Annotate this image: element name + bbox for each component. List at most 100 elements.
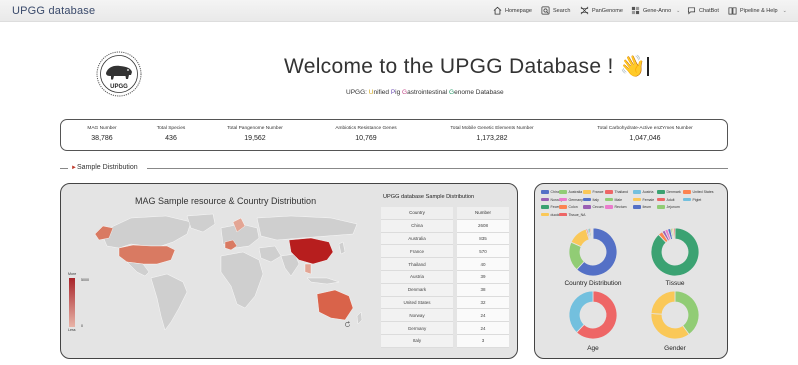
chevron-down-icon: ⌄ <box>676 7 681 14</box>
home-icon <box>493 6 502 15</box>
top-navbar: UPGG database Homepage Search PanGenome … <box>0 0 798 22</box>
sample-distribution-table: Country Number China 2608 Australia 835 Fr… <box>381 207 511 348</box>
nav-label: Homepage <box>505 7 532 14</box>
table-header-row: Country Number <box>381 207 511 220</box>
nav-chatbot[interactable]: ChatBot <box>687 6 719 15</box>
nav-gene-anno[interactable]: Gene-Anno ⌄ <box>631 6 680 15</box>
stat-total-species: Total Species 436 <box>153 126 189 142</box>
nav-label: PanGenome <box>592 7 623 14</box>
legend-less-label: Less <box>68 328 76 332</box>
country-middle-east <box>258 245 282 263</box>
section-title: ►Sample Distribution <box>71 164 138 171</box>
country-cell: Italy <box>381 334 453 348</box>
table-row: Australia 835 <box>381 232 511 246</box>
country-africa <box>220 251 264 309</box>
country-cell: Denmark <box>381 283 453 297</box>
number-cell: 2608 <box>457 219 509 233</box>
stat-label: Total Pangenome Number <box>227 126 283 131</box>
stat-cazymes: Total Carbohydrate-Active enZYmes Number… <box>593 126 697 142</box>
svg-text:UPGG: UPGG <box>110 84 128 90</box>
country-cell: France <box>381 245 453 259</box>
number-cell: 38 <box>457 283 509 297</box>
nav-homepage[interactable]: Homepage <box>493 6 532 15</box>
section-title-text: Sample Distribution <box>76 164 138 171</box>
table-row: Denmark 38 <box>381 283 511 297</box>
subtitle-prefix: UPGG: <box>346 89 369 96</box>
upgg-logo: UPGG <box>96 51 142 97</box>
stat-label: Total Carbohydrate-Active enZYmes Number <box>597 126 693 131</box>
number-cell: 570 <box>457 245 509 259</box>
donut-charts-panel: China Australia France Thailand Austria Denma… <box>534 183 728 359</box>
donut-slice[interactable] <box>673 227 676 240</box>
stat-value: 1,047,046 <box>629 135 661 142</box>
donut-charts <box>568 227 700 340</box>
nav-search[interactable]: Search <box>541 6 570 15</box>
typing-cursor <box>647 57 649 76</box>
country-cell: Norway <box>381 309 453 323</box>
subtitle-word: astrointestinal <box>407 89 450 96</box>
brand-title[interactable]: UPGG database <box>12 5 95 17</box>
chat-icon <box>687 7 696 15</box>
stat-resistance-genes: Ambiotics Resistance Genes 10,769 <box>333 126 399 142</box>
section-divider-left <box>60 168 68 169</box>
table-row: France 570 <box>381 245 511 259</box>
donut-title-tissue: Tissue <box>665 280 685 287</box>
country-japan <box>338 241 346 255</box>
table-row: Germany 24 <box>381 322 511 335</box>
world-map[interactable] <box>91 212 363 336</box>
stat-label: Total Mobile Genetic Elements Number <box>450 126 534 131</box>
number-cell: 40 <box>457 258 509 271</box>
number-cell: 24 <box>457 309 509 323</box>
number-cell: 835 <box>457 232 509 246</box>
number-cell: 3 <box>457 334 509 348</box>
nav-label: Gene-Anno <box>643 7 672 14</box>
stat-mag-number: MAG Number 38,786 <box>83 126 121 142</box>
table-row: China 2608 <box>381 219 511 233</box>
country-australia <box>316 289 354 321</box>
table-row: Austria 39 <box>381 270 511 284</box>
nav-pangenome[interactable]: PanGenome <box>580 6 623 15</box>
country-greenland <box>186 213 216 233</box>
table-row: Norway 24 <box>381 309 511 323</box>
country-united-states <box>118 244 176 265</box>
stat-value: 1,173,282 <box>476 135 508 142</box>
visual-map-gradient[interactable] <box>69 278 75 327</box>
country-new-zealand <box>356 311 363 325</box>
nav-label: ChatBot <box>699 7 719 14</box>
country-cell: Germany <box>381 322 453 335</box>
donut-slice[interactable] <box>650 313 690 340</box>
search-icon <box>541 6 550 15</box>
stats-card: MAG Number 38,786 Total Species 436 Total … <box>60 119 728 151</box>
country-canada <box>100 215 192 249</box>
section-divider-right <box>147 168 728 169</box>
stat-pangenome: Total Pangenome Number 19,562 <box>223 126 287 142</box>
nav-label: Pipeline & Help <box>740 7 778 14</box>
nav-pipeline-help[interactable]: Pipeline & Help ⌄ <box>728 6 787 15</box>
map-table-panel: MAG Sample resource & Country Distributi… <box>60 183 518 359</box>
country-cell: China <box>381 219 453 233</box>
country-south-america <box>150 273 188 331</box>
country-russia <box>256 215 358 241</box>
donut-slice[interactable] <box>568 290 594 334</box>
dna-icon <box>580 6 589 15</box>
welcome-heading: Welcome to the UPGG Database ! 👋 <box>284 55 649 79</box>
table-row: United States 32 <box>381 296 511 310</box>
subtitle-word: enome Database <box>454 89 504 96</box>
map-title: MAG Sample resource & Country Distributi… <box>135 196 317 206</box>
legend-max-value: 5000 <box>81 278 89 282</box>
table-row: Italy 3 <box>381 334 511 348</box>
number-cell: 24 <box>457 322 509 335</box>
database-subtitle: UPGG: Unified Pig Gastrointestinal Genom… <box>346 89 504 96</box>
stat-label: MAG Number <box>87 126 117 131</box>
table-header-country: Country <box>381 207 453 220</box>
donut-slice[interactable] <box>650 290 676 315</box>
country-thailand <box>304 263 312 275</box>
chevron-down-icon: ⌄ <box>782 7 787 14</box>
restore-icon[interactable] <box>344 321 351 328</box>
table-row: Thailand 40 <box>381 258 511 271</box>
stat-value: 38,786 <box>91 135 113 142</box>
country-cell: United States <box>381 296 453 310</box>
subtitle-word: nified <box>373 89 391 96</box>
nav-label: Search <box>553 7 571 14</box>
book-icon <box>728 7 737 15</box>
